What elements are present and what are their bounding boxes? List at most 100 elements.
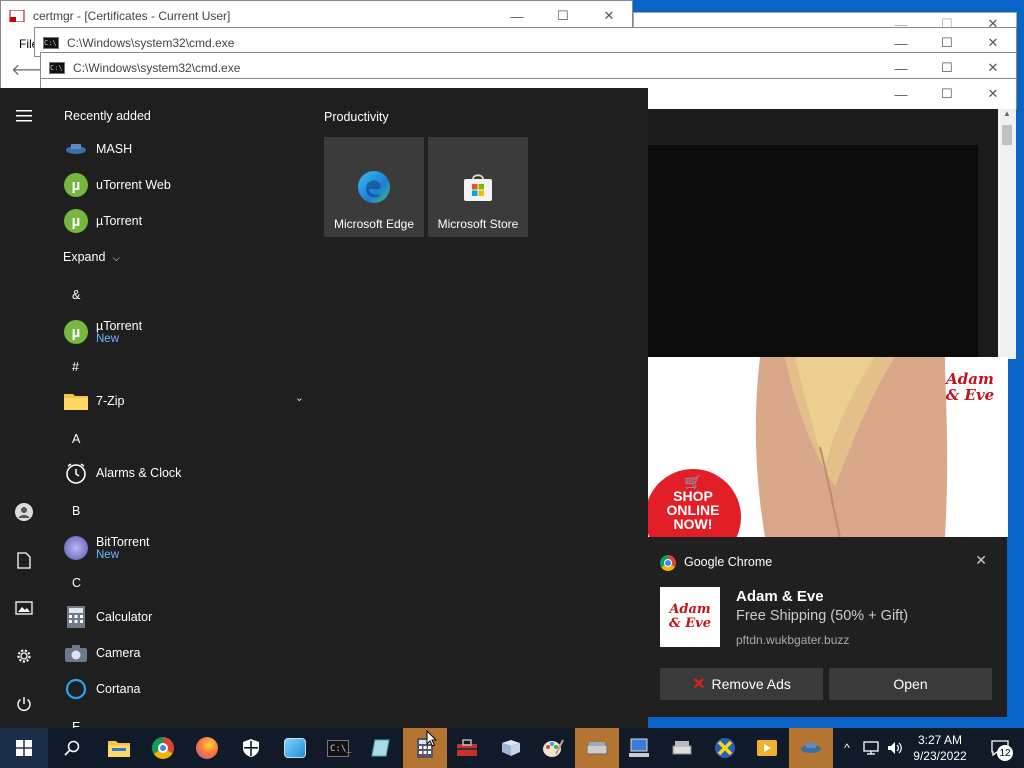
app-cortana[interactable]: Cortana	[64, 671, 304, 707]
notepad-icon[interactable]	[359, 728, 403, 768]
chrome-taskbar-icon[interactable]	[141, 728, 185, 768]
notification-source: pftdn.wukbgater.buzz	[736, 633, 850, 647]
group-letter[interactable]: B	[72, 504, 80, 518]
firefox-icon[interactable]	[185, 728, 229, 768]
cortana-icon	[64, 677, 88, 701]
app-bittorrent[interactable]: BitTorrent New	[64, 528, 304, 568]
command-prompt-icon[interactable]: C:\_	[316, 728, 360, 768]
ad-badge: 🛒 SHOP ONLINE NOW!	[655, 475, 731, 531]
cmd-window-1-title: C:\Windows\system32\cmd.exe	[67, 36, 235, 50]
open-button[interactable]: Open	[829, 668, 992, 700]
scanner-icon[interactable]	[575, 728, 619, 768]
cmd-icon: C:\	[49, 62, 65, 74]
group-letter[interactable]: A	[72, 432, 80, 446]
app-alarms-clock[interactable]: Alarms & Clock	[64, 455, 304, 491]
utorrent-icon: µ	[64, 320, 88, 344]
paint-icon[interactable]	[531, 728, 575, 768]
app-utorrent[interactable]: µ µTorrent New	[64, 312, 304, 352]
utorrent-icon: µ	[64, 173, 88, 197]
settings-gear-icon[interactable]	[0, 636, 48, 676]
chrome-icon	[660, 555, 676, 571]
network-icon[interactable]	[860, 728, 882, 768]
notification-image: Adam & Eve	[660, 587, 720, 647]
app-list[interactable]: Recently added MASH µ uTorrent Web µ µTo…	[48, 88, 310, 736]
new-badge: New	[96, 549, 120, 561]
certmgr-icon	[9, 10, 25, 22]
camera-icon	[64, 641, 88, 665]
mash-icon	[64, 137, 88, 161]
chevron-down-icon[interactable]: ⌄	[295, 391, 304, 404]
calculator-taskbar-icon[interactable]	[403, 728, 447, 768]
mouse-cursor-icon	[426, 729, 438, 751]
group-letter[interactable]: C	[72, 576, 81, 590]
app-utorrent-web[interactable]: µ uTorrent Web	[64, 167, 304, 203]
ad-brand-logo: Adam & Eve	[945, 370, 995, 404]
app-mash[interactable]: MASH	[64, 131, 304, 167]
xcross-icon[interactable]	[703, 728, 747, 768]
start-menu[interactable]: Recently added MASH µ uTorrent Web µ µTo…	[0, 88, 648, 736]
app-calculator[interactable]: Calculator	[64, 599, 304, 635]
maximize-button[interactable]: ☐	[924, 79, 970, 109]
new-badge: New	[96, 333, 120, 345]
alarm-clock-icon	[64, 461, 88, 485]
expand-button[interactable]: Expand ⌵	[63, 250, 120, 264]
devices-icon[interactable]	[660, 728, 704, 768]
chrome-notification[interactable]: Google Chrome ✕ Adam & Eve Adam & Eve Fr…	[645, 537, 1007, 717]
security-shield-icon[interactable]	[229, 728, 273, 768]
folder-icon	[64, 389, 88, 413]
toolbox-icon[interactable]	[445, 728, 489, 768]
clock-time: 3:27 AM	[917, 733, 963, 747]
scroll-thumb[interactable]	[1002, 125, 1012, 145]
app-utorrent-recent[interactable]: µ µTorrent	[64, 203, 304, 239]
edge-icon	[358, 171, 390, 203]
remove-ads-button[interactable]: ✕ Remove Ads	[660, 668, 823, 700]
documents-icon[interactable]	[0, 540, 48, 580]
wordpad-icon[interactable]	[489, 728, 533, 768]
notification-count-badge: 12	[997, 745, 1013, 761]
notification-app-name: Google Chrome	[684, 555, 773, 569]
group-letter[interactable]: #	[72, 360, 79, 374]
action-center-icon[interactable]: 12	[980, 728, 1020, 768]
bittorrent-icon	[64, 536, 88, 560]
app-7zip[interactable]: 7-Zip ⌄	[64, 383, 304, 419]
group-letter[interactable]: &	[72, 288, 80, 302]
scrollbar[interactable]: ▲	[998, 109, 1016, 359]
chevron-down-icon: ⌵	[112, 253, 120, 263]
utorrent-icon: µ	[64, 209, 88, 233]
tiles-heading: Productivity	[324, 110, 389, 124]
tile-label: Microsoft Store	[437, 217, 519, 231]
notification-title: Adam & Eve	[736, 588, 824, 605]
close-button[interactable]: ✕	[970, 79, 1016, 109]
console-window-body[interactable]: ▲	[648, 109, 1016, 359]
hamburger-menu-icon[interactable]	[0, 96, 48, 136]
network-computer-icon[interactable]	[617, 728, 661, 768]
start-rail	[0, 88, 48, 736]
mash-taskbar-icon[interactable]	[789, 728, 833, 768]
power-icon[interactable]	[0, 684, 48, 724]
user-account-icon[interactable]	[0, 492, 48, 532]
media-player-icon[interactable]	[745, 728, 789, 768]
cart-icon: 🛒	[684, 474, 702, 490]
tile-microsoft-store[interactable]: Microsoft Store	[428, 137, 528, 237]
notification-close-icon[interactable]: ✕	[975, 552, 987, 569]
minimize-button[interactable]: —	[878, 79, 924, 109]
cmd-icon: C:\	[43, 37, 59, 49]
windows-logo-icon	[16, 740, 32, 756]
app-camera[interactable]: Camera	[64, 635, 304, 671]
volume-icon[interactable]	[884, 728, 906, 768]
photos-app-icon[interactable]	[273, 728, 317, 768]
taskbar: C:\_ ^ 3:27 AM 9/23/2022 12	[0, 728, 1024, 768]
console-inner	[648, 145, 978, 359]
tile-label: Microsoft Edge	[333, 217, 415, 231]
search-icon[interactable]	[50, 728, 94, 768]
start-button[interactable]	[0, 728, 48, 768]
clock[interactable]: 3:27 AM 9/23/2022	[908, 728, 972, 768]
show-hidden-icons-chevron-icon[interactable]: ^	[838, 728, 856, 768]
file-explorer-icon[interactable]	[97, 728, 141, 768]
ad-banner-image[interactable]: 🛒 SHOP ONLINE NOW! Adam & Eve	[645, 357, 1008, 537]
clock-date: 9/23/2022	[913, 749, 967, 763]
scroll-up-arrow-icon[interactable]: ▲	[998, 109, 1016, 125]
tile-microsoft-edge[interactable]: Microsoft Edge	[324, 137, 424, 237]
pictures-icon[interactable]	[0, 588, 48, 628]
recently-added-heading: Recently added	[64, 109, 151, 123]
